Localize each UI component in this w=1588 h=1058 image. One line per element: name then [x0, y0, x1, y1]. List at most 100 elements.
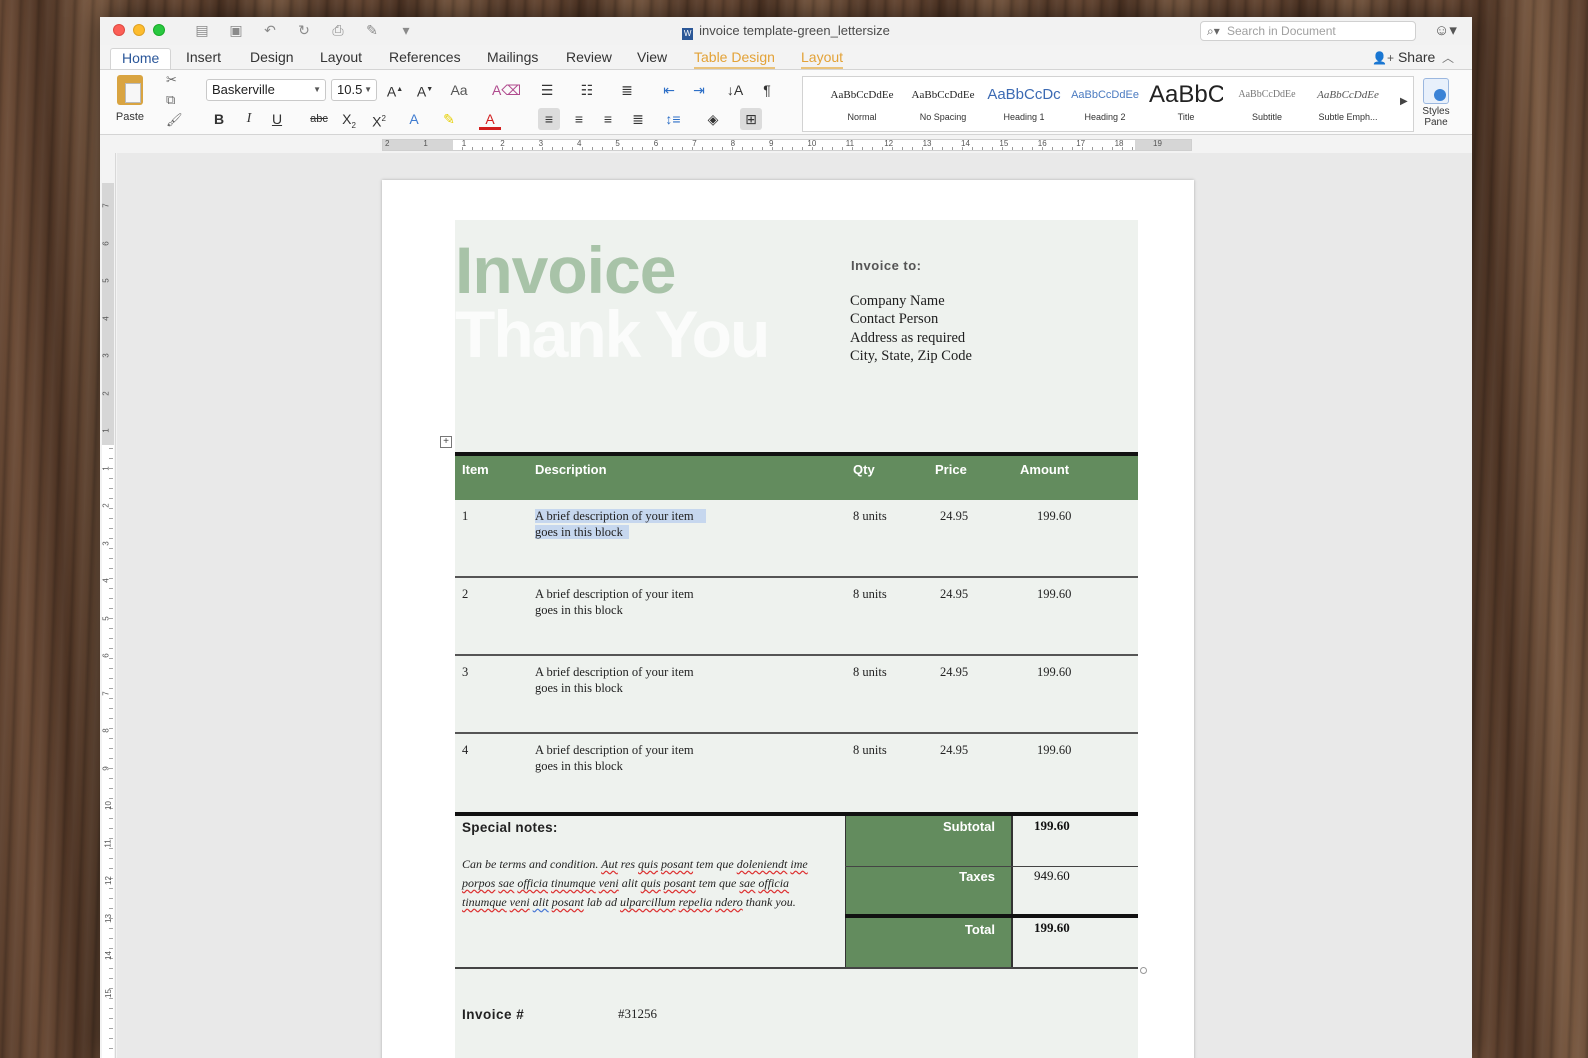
shading-icon[interactable]: ◈ — [702, 108, 724, 130]
table-move-handle-icon[interactable]: + — [440, 436, 452, 448]
notes-word: ulparcillum — [620, 895, 676, 909]
special-notes-line: Can be terms and condition. Aut res quis… — [462, 855, 822, 874]
styles-pane-label: Styles Pane — [1422, 106, 1450, 128]
underline-icon[interactable]: U — [266, 108, 288, 130]
taxes-value[interactable]: 949.60 — [1034, 868, 1070, 884]
style-subtle-emphasis[interactable]: AaBbCcDdEe Subtle Emph... — [1311, 80, 1385, 128]
format-painter-icon[interactable]: 🖌 — [166, 112, 183, 128]
share-button[interactable]: 👤+ Share — [1372, 49, 1435, 65]
grow-font-icon[interactable]: A▲ — [384, 79, 406, 101]
bold-icon[interactable]: B — [208, 108, 230, 130]
font-name-select[interactable]: Baskerville ▼ — [206, 79, 326, 101]
font-color-icon[interactable]: A — [479, 108, 501, 130]
description-cell[interactable]: A brief description of your item goes in… — [535, 664, 735, 696]
word-document-icon: W — [682, 28, 694, 40]
feedback-smiley-icon[interactable]: ☺▾ — [1434, 21, 1457, 39]
invoice-to-address[interactable]: Company Name Contact Person Address as r… — [850, 292, 972, 365]
table-bottom-border — [455, 967, 1138, 969]
superscript-icon[interactable]: X2 — [368, 108, 390, 130]
vertical-ruler-margin — [102, 183, 114, 445]
decrease-indent-icon[interactable]: ⇤ — [658, 79, 680, 101]
price-cell: 24.95 — [940, 509, 969, 523]
tab-design[interactable]: Design — [250, 48, 294, 69]
align-left-icon[interactable]: ≡ — [538, 108, 560, 130]
tab-mailings[interactable]: Mailings — [487, 48, 538, 69]
subtotal-value[interactable]: 199.60 — [1034, 818, 1070, 834]
vertical-ruler[interactable]: 7 6 5 4 3 2 1 1 2 3 4 5 6 7 8 9 10 11 12 13 14 15 — [100, 153, 116, 1058]
copy-icon[interactable]: ⧉ — [166, 92, 183, 108]
text-effects-icon[interactable]: A — [403, 108, 425, 130]
total-value[interactable]: 199.60 — [1034, 920, 1070, 936]
multilevel-list-icon[interactable]: ≣ — [616, 79, 638, 101]
clear-formatting-icon[interactable]: A⌫ — [492, 79, 521, 101]
align-right-icon[interactable]: ≡ — [597, 108, 619, 130]
shrink-font-icon[interactable]: A▼ — [414, 79, 436, 101]
style-no-spacing[interactable]: AaBbCcDdEe No Spacing — [906, 80, 980, 128]
thank-you-heading[interactable]: Thank You — [455, 296, 770, 372]
totals-label-column — [845, 816, 1013, 968]
style-normal[interactable]: AaBbCcDdEe Normal — [825, 80, 899, 128]
tab-references[interactable]: References — [389, 48, 461, 69]
special-notes-label[interactable]: Special notes: — [462, 820, 558, 835]
styles-pane-button[interactable]: Styles Pane — [1416, 78, 1456, 128]
description-cell[interactable]: A brief description of your item goes in… — [535, 508, 735, 540]
collapse-ribbon-icon[interactable]: ︿ — [1442, 49, 1454, 66]
ruler-number: 6 — [653, 139, 659, 148]
tab-home[interactable]: Home — [110, 48, 172, 69]
chevron-down-icon: ▼ — [364, 85, 372, 94]
italic-icon[interactable]: I — [238, 108, 260, 130]
style-title[interactable]: AaBbC Title — [1149, 80, 1223, 128]
numbering-icon[interactable]: ☷ — [576, 79, 598, 101]
highlight-icon[interactable]: ✎ — [438, 108, 460, 130]
increase-indent-icon[interactable]: ⇥ — [688, 79, 710, 101]
description-cell[interactable]: A brief description of your item goes in… — [535, 586, 735, 618]
description-cell[interactable]: A brief description of your item goes in… — [535, 742, 735, 774]
line-spacing-icon[interactable]: ↕≡ — [662, 108, 684, 130]
document-page[interactable]: Invoice Thank You Invoice to: Company Na… — [382, 180, 1194, 1058]
invoice-number-value[interactable]: #31256 — [618, 1006, 657, 1022]
style-subtitle[interactable]: AaBbCcDdEe Subtitle — [1230, 80, 1304, 128]
font-size-select[interactable]: 10.5 ▼ — [331, 79, 377, 101]
table-row[interactable]: 2 A brief description of your item goes … — [455, 578, 1138, 656]
styles-gallery: AaBbCcDdEe Normal AaBbCcDdEe No Spacing … — [802, 76, 1414, 132]
sort-icon[interactable]: ↓A — [724, 79, 746, 101]
totals-top-border — [455, 812, 1138, 816]
item-cell: 3 — [462, 665, 469, 679]
show-formatting-icon[interactable]: ¶ — [756, 79, 778, 101]
borders-icon[interactable]: ⊞ — [740, 108, 762, 130]
tab-layout[interactable]: Layout — [320, 48, 362, 69]
totals-divider-thick — [845, 914, 1138, 918]
document-canvas[interactable]: Invoice Thank You Invoice to: Company Na… — [117, 153, 1472, 1058]
bullets-icon[interactable]: ☰ — [536, 79, 558, 101]
change-case-icon[interactable]: Aa — [448, 79, 470, 101]
notes-word: tinumque — [462, 895, 507, 909]
search-input[interactable]: ⌕▾ Search in Document — [1200, 21, 1416, 41]
style-heading-1[interactable]: AaBbCcDc Heading 1 — [987, 80, 1061, 128]
subscript-icon[interactable]: X2 — [338, 108, 360, 130]
invoice-number-label[interactable]: Invoice # — [462, 1007, 524, 1022]
table-row[interactable]: 1 A brief description of your item goes … — [455, 500, 1138, 578]
gallery-more-arrow-icon[interactable]: ▶ — [1400, 96, 1408, 107]
tab-table-layout[interactable]: Layout — [801, 48, 844, 69]
cut-icon[interactable]: ✂ — [166, 72, 183, 88]
invoice-to-label[interactable]: Invoice to: — [851, 258, 922, 273]
paste-button[interactable]: Paste — [110, 75, 150, 123]
notes-word: doleniendt — [736, 857, 788, 871]
table-resize-handle-icon[interactable] — [1140, 967, 1147, 974]
tab-insert[interactable]: Insert — [186, 48, 221, 69]
vertical-ruler-number: 3 — [101, 540, 111, 546]
tab-review[interactable]: Review — [566, 48, 612, 69]
strikethrough-icon[interactable]: abc — [308, 108, 330, 130]
align-center-icon[interactable]: ≡ — [568, 108, 590, 130]
justify-icon[interactable]: ≣ — [627, 108, 649, 130]
tab-view[interactable]: View — [637, 48, 667, 69]
special-notes-text[interactable]: Can be terms and condition. Aut res quis… — [462, 855, 822, 912]
horizontal-ruler[interactable]: 2 1 1 2 3 4 5 6 7 8 9 10 11 12 13 14 15 16 17 18 19 — [100, 135, 1472, 153]
style-heading-2[interactable]: AaBbCcDdEe Heading 2 — [1068, 80, 1142, 128]
ruler-number: 15 — [999, 139, 1009, 148]
tab-table-design[interactable]: Table Design — [694, 48, 775, 69]
table-row[interactable]: 3 A brief description of your item goes … — [455, 656, 1138, 734]
table-header-row[interactable]: Item Description Qty Price Amount — [455, 452, 1138, 500]
table-row[interactable]: 4 A brief description of your item goes … — [455, 734, 1138, 812]
vertical-ruler-number: 3 — [101, 353, 111, 358]
